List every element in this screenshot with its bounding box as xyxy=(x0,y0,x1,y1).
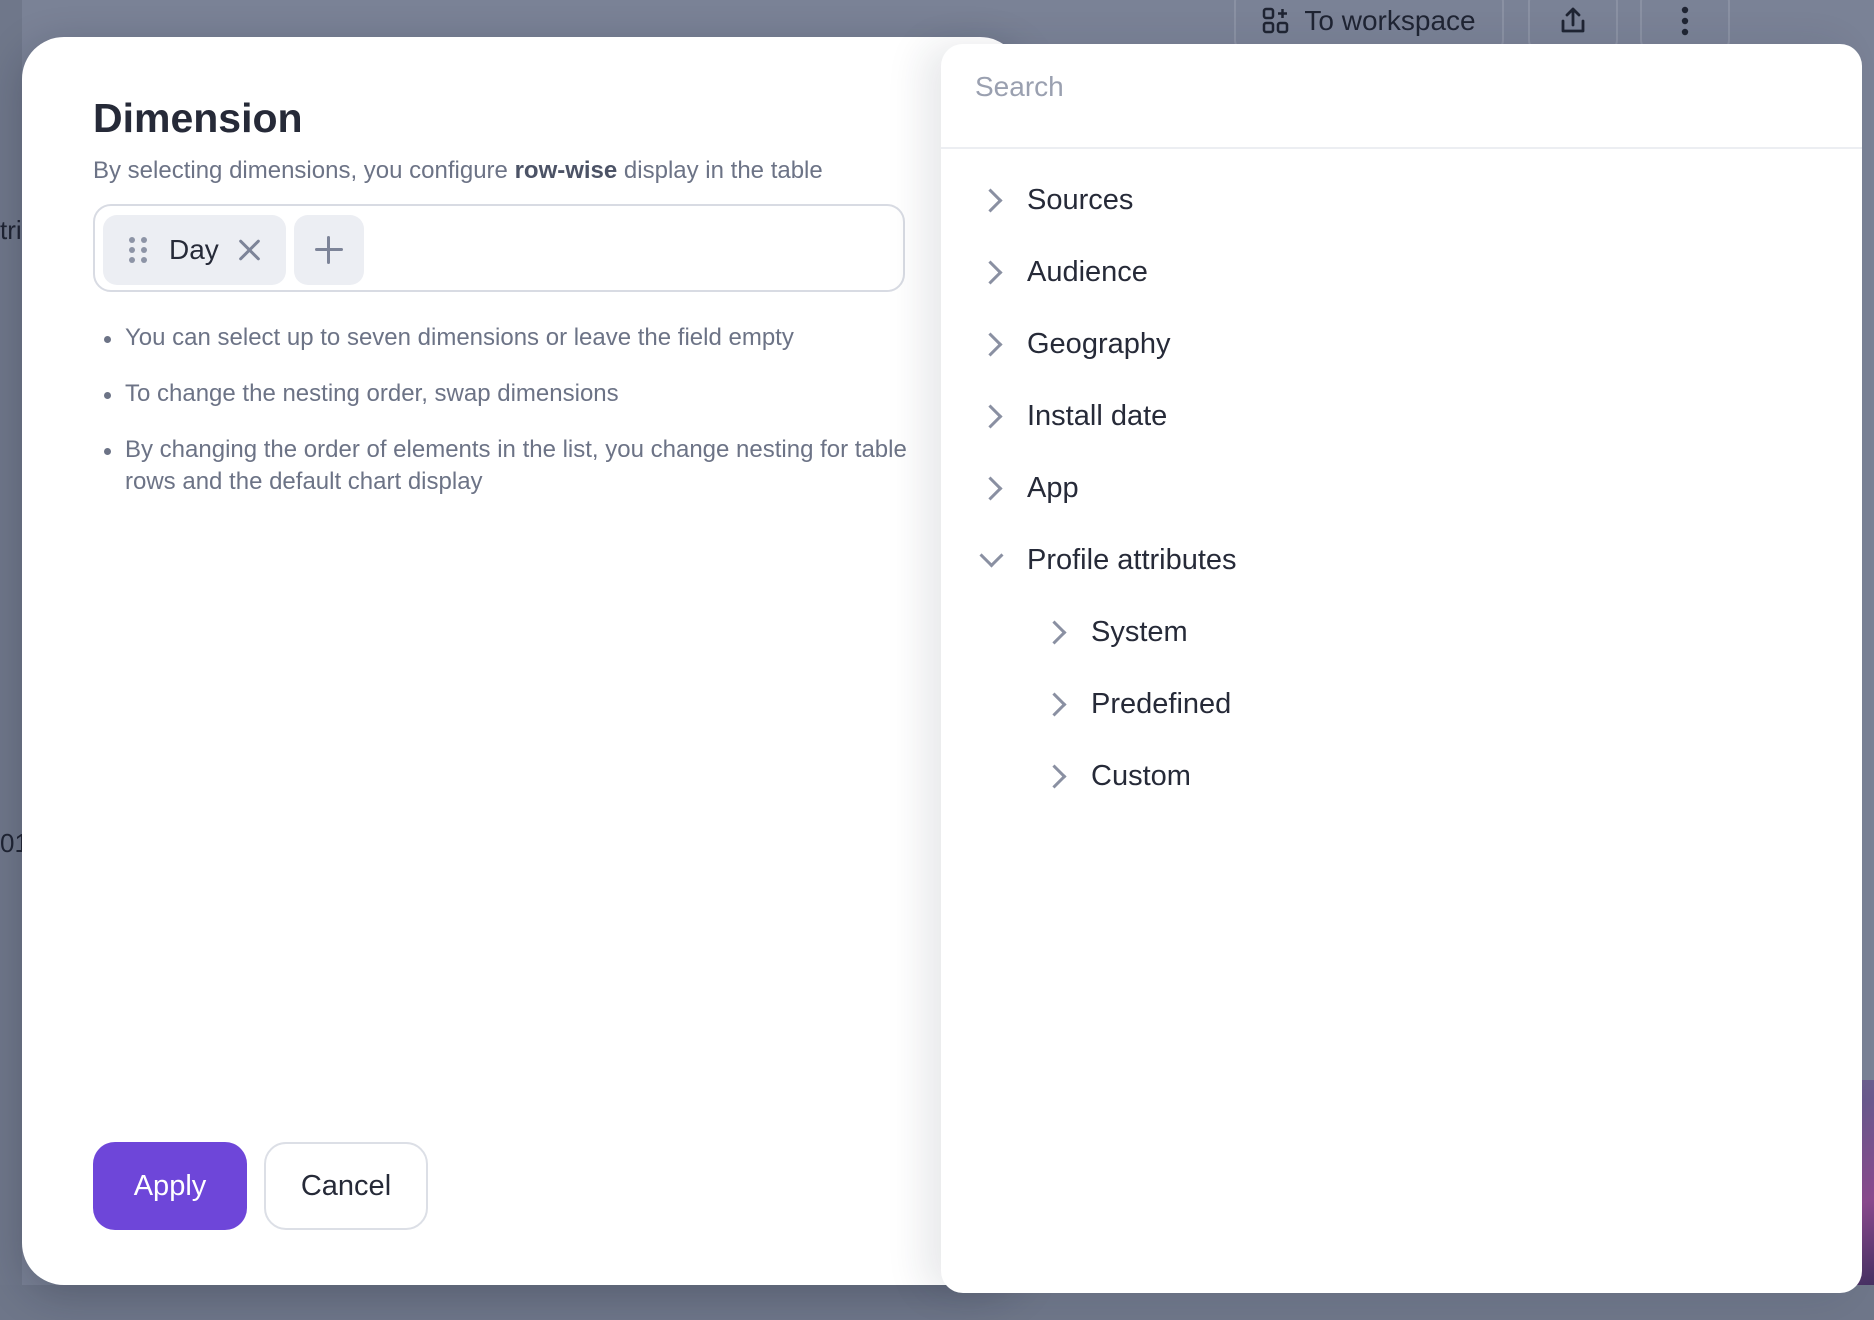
chevron-right-icon xyxy=(977,473,1007,503)
tree-item-label: Predefined xyxy=(1091,687,1232,720)
chevron-right-icon xyxy=(977,257,1007,287)
subtitle-text: By selecting dimensions, you configure xyxy=(93,157,515,184)
tree-item-system[interactable]: System xyxy=(941,596,1862,668)
dialog-subtitle: By selecting dimensions, you configure r… xyxy=(93,157,823,185)
background-text-fragment: tri xyxy=(0,215,22,245)
apply-button[interactable]: Apply xyxy=(93,1142,247,1230)
subtitle-text-end: display in the table xyxy=(617,157,823,184)
tree-item-profile-attributes[interactable]: Profile attributes xyxy=(941,524,1862,596)
dimension-chip[interactable]: Day xyxy=(103,215,286,285)
chevron-right-icon xyxy=(1041,689,1071,719)
tree-item-custom[interactable]: Custom xyxy=(941,740,1862,812)
tree-item-install-date[interactable]: Install date xyxy=(941,380,1862,452)
close-icon[interactable] xyxy=(235,236,263,264)
dimension-tree: Sources Audience Geography Install date … xyxy=(941,164,1862,812)
dimension-dialog: Dimension By selecting dimensions, you c… xyxy=(22,37,1022,1285)
tree-item-label: Geography xyxy=(1027,327,1171,360)
to-workspace-label: To workspace xyxy=(1304,5,1476,36)
chevron-right-icon xyxy=(1041,761,1071,791)
tree-item-geography[interactable]: Geography xyxy=(941,308,1862,380)
chevron-down-icon xyxy=(977,545,1007,575)
tree-item-label: Sources xyxy=(1027,183,1134,216)
dialog-title: Dimension xyxy=(93,95,303,141)
workspace-icon xyxy=(1263,7,1289,34)
cancel-button[interactable]: Cancel xyxy=(264,1142,428,1230)
hint-item: To change the nesting order, swap dimens… xyxy=(104,378,945,410)
tree-item-app[interactable]: App xyxy=(941,452,1862,524)
tree-item-label: Profile attributes xyxy=(1027,543,1237,576)
search-input[interactable] xyxy=(973,70,1837,104)
hint-item: By changing the order of elements in the… xyxy=(104,434,945,498)
background-toolbar: To workspace xyxy=(974,0,1874,52)
subtitle-emphasis: row-wise xyxy=(514,157,618,184)
add-dimension-button[interactable] xyxy=(294,215,364,285)
tree-item-sources[interactable]: Sources xyxy=(941,164,1862,236)
tree-item-audience[interactable]: Audience xyxy=(941,236,1862,308)
chevron-right-icon xyxy=(977,185,1007,215)
search-bar xyxy=(941,44,1862,149)
tree-item-predefined[interactable]: Predefined xyxy=(941,668,1862,740)
chevron-right-icon xyxy=(977,329,1007,359)
chevron-right-icon xyxy=(1041,617,1071,647)
selected-dimensions-field[interactable]: Day xyxy=(93,204,905,292)
tree-item-label: System xyxy=(1091,615,1188,648)
hint-list: You can select up to seven dimensions or… xyxy=(93,322,945,522)
chevron-right-icon xyxy=(977,401,1007,431)
tree-item-label: Audience xyxy=(1027,255,1148,288)
drag-handle-icon[interactable] xyxy=(129,237,147,263)
tree-item-label: Custom xyxy=(1091,759,1191,792)
hint-item: You can select up to seven dimensions or… xyxy=(104,322,945,354)
more-vertical-icon xyxy=(1681,6,1689,36)
share-icon xyxy=(1561,7,1585,33)
background-app-edge xyxy=(0,0,22,1320)
dimension-chip-label: Day xyxy=(169,234,219,265)
dimension-picker-panel: Sources Audience Geography Install date … xyxy=(941,44,1862,1293)
tree-item-label: Install date xyxy=(1027,399,1168,432)
tree-item-label: App xyxy=(1027,471,1079,504)
